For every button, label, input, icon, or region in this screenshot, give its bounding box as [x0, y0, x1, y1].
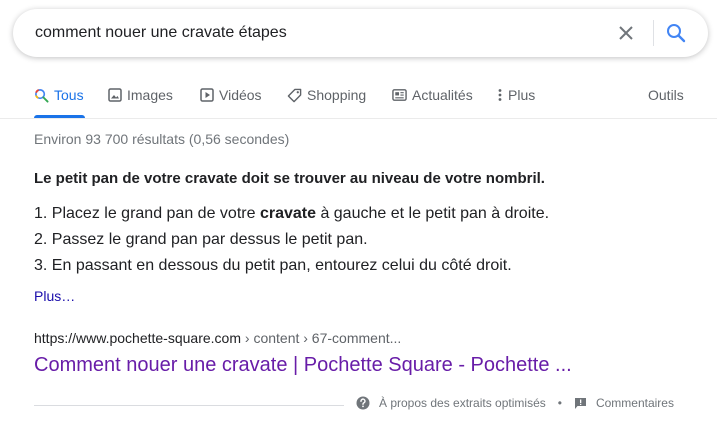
tab-shopping[interactable]: Shopping [287, 84, 366, 118]
search-tabs: Tous Images Vidéos Shopping Actualités P… [0, 84, 717, 118]
list-item: 1. Placez le grand pan de votre cravate … [34, 203, 549, 229]
more-vert-icon [498, 89, 502, 101]
search-input[interactable] [35, 9, 595, 57]
search-icon[interactable] [664, 21, 688, 45]
image-icon [108, 88, 122, 102]
tab-actualites[interactable]: Actualités [392, 84, 473, 118]
tabs-divider [0, 118, 717, 119]
footer-divider [34, 405, 344, 406]
tab-label: Shopping [307, 87, 367, 103]
search-bar [13, 9, 708, 57]
tab-outils[interactable]: Outils [648, 84, 684, 118]
feedback-label: Commentaires [595, 396, 674, 410]
news-icon [392, 89, 407, 101]
search-icon [35, 89, 49, 103]
about-snippets-label: À propos des extraits optimisés [379, 396, 546, 410]
help-icon [356, 396, 370, 410]
tab-label: Tous [54, 87, 84, 103]
step-number: 1. [34, 205, 48, 222]
tab-plus[interactable]: Plus [497, 84, 535, 118]
featured-snippet-steps: 1. Placez le grand pan de votre cravate … [34, 203, 549, 281]
list-item: 3. En passant en dessous du petit pan, e… [34, 255, 549, 281]
result-domain: https://www.pochette-square.com [34, 330, 241, 346]
tab-images[interactable]: Images [108, 84, 173, 118]
tab-tous[interactable]: Tous [34, 84, 85, 118]
result-breadcrumb: › content › 67-comment... [241, 330, 402, 346]
result-stats: Environ 93 700 résultats (0,56 secondes) [34, 131, 290, 147]
snippet-footer: À propos des extraits optimisés • Commen… [356, 396, 674, 410]
tab-label: Images [127, 87, 173, 103]
feedback-link[interactable]: Commentaires [574, 396, 674, 410]
feedback-icon [574, 397, 586, 409]
step-number: 2. [34, 231, 48, 248]
featured-snippet-title: Le petit pan de votre cravate doit se tr… [34, 170, 545, 187]
tab-label: Actualités [412, 87, 473, 103]
close-icon[interactable] [614, 21, 638, 45]
step-number: 3. [34, 257, 48, 274]
more-link[interactable]: Plus… [34, 288, 75, 304]
about-snippets-link[interactable]: À propos des extraits optimisés [356, 396, 546, 410]
tag-icon [287, 88, 302, 103]
step-text: En passant en dessous du petit pan, ento… [51, 257, 512, 274]
tab-videos[interactable]: Vidéos [200, 84, 262, 118]
step-text: Placez le grand pan de votre [51, 205, 256, 222]
tab-label: Outils [648, 87, 684, 103]
result-url[interactable]: https://www.pochette-square.com › conten… [34, 330, 401, 346]
list-item: 2. Passez le grand pan par dessus le pet… [34, 229, 549, 255]
step-text: Passez le grand pan par dessus le petit … [51, 231, 368, 248]
footer-separator: • [557, 396, 562, 410]
tab-label: Plus [508, 87, 536, 103]
result-title-link[interactable]: Comment nouer une cravate | Pochette Squ… [34, 354, 572, 377]
search-bar-divider [653, 20, 654, 46]
play-icon [200, 88, 214, 102]
step-keyword: cravate [259, 205, 316, 222]
tab-label: Vidéos [219, 87, 262, 103]
step-text: à gauche et le petit pan à droite. [320, 205, 550, 222]
